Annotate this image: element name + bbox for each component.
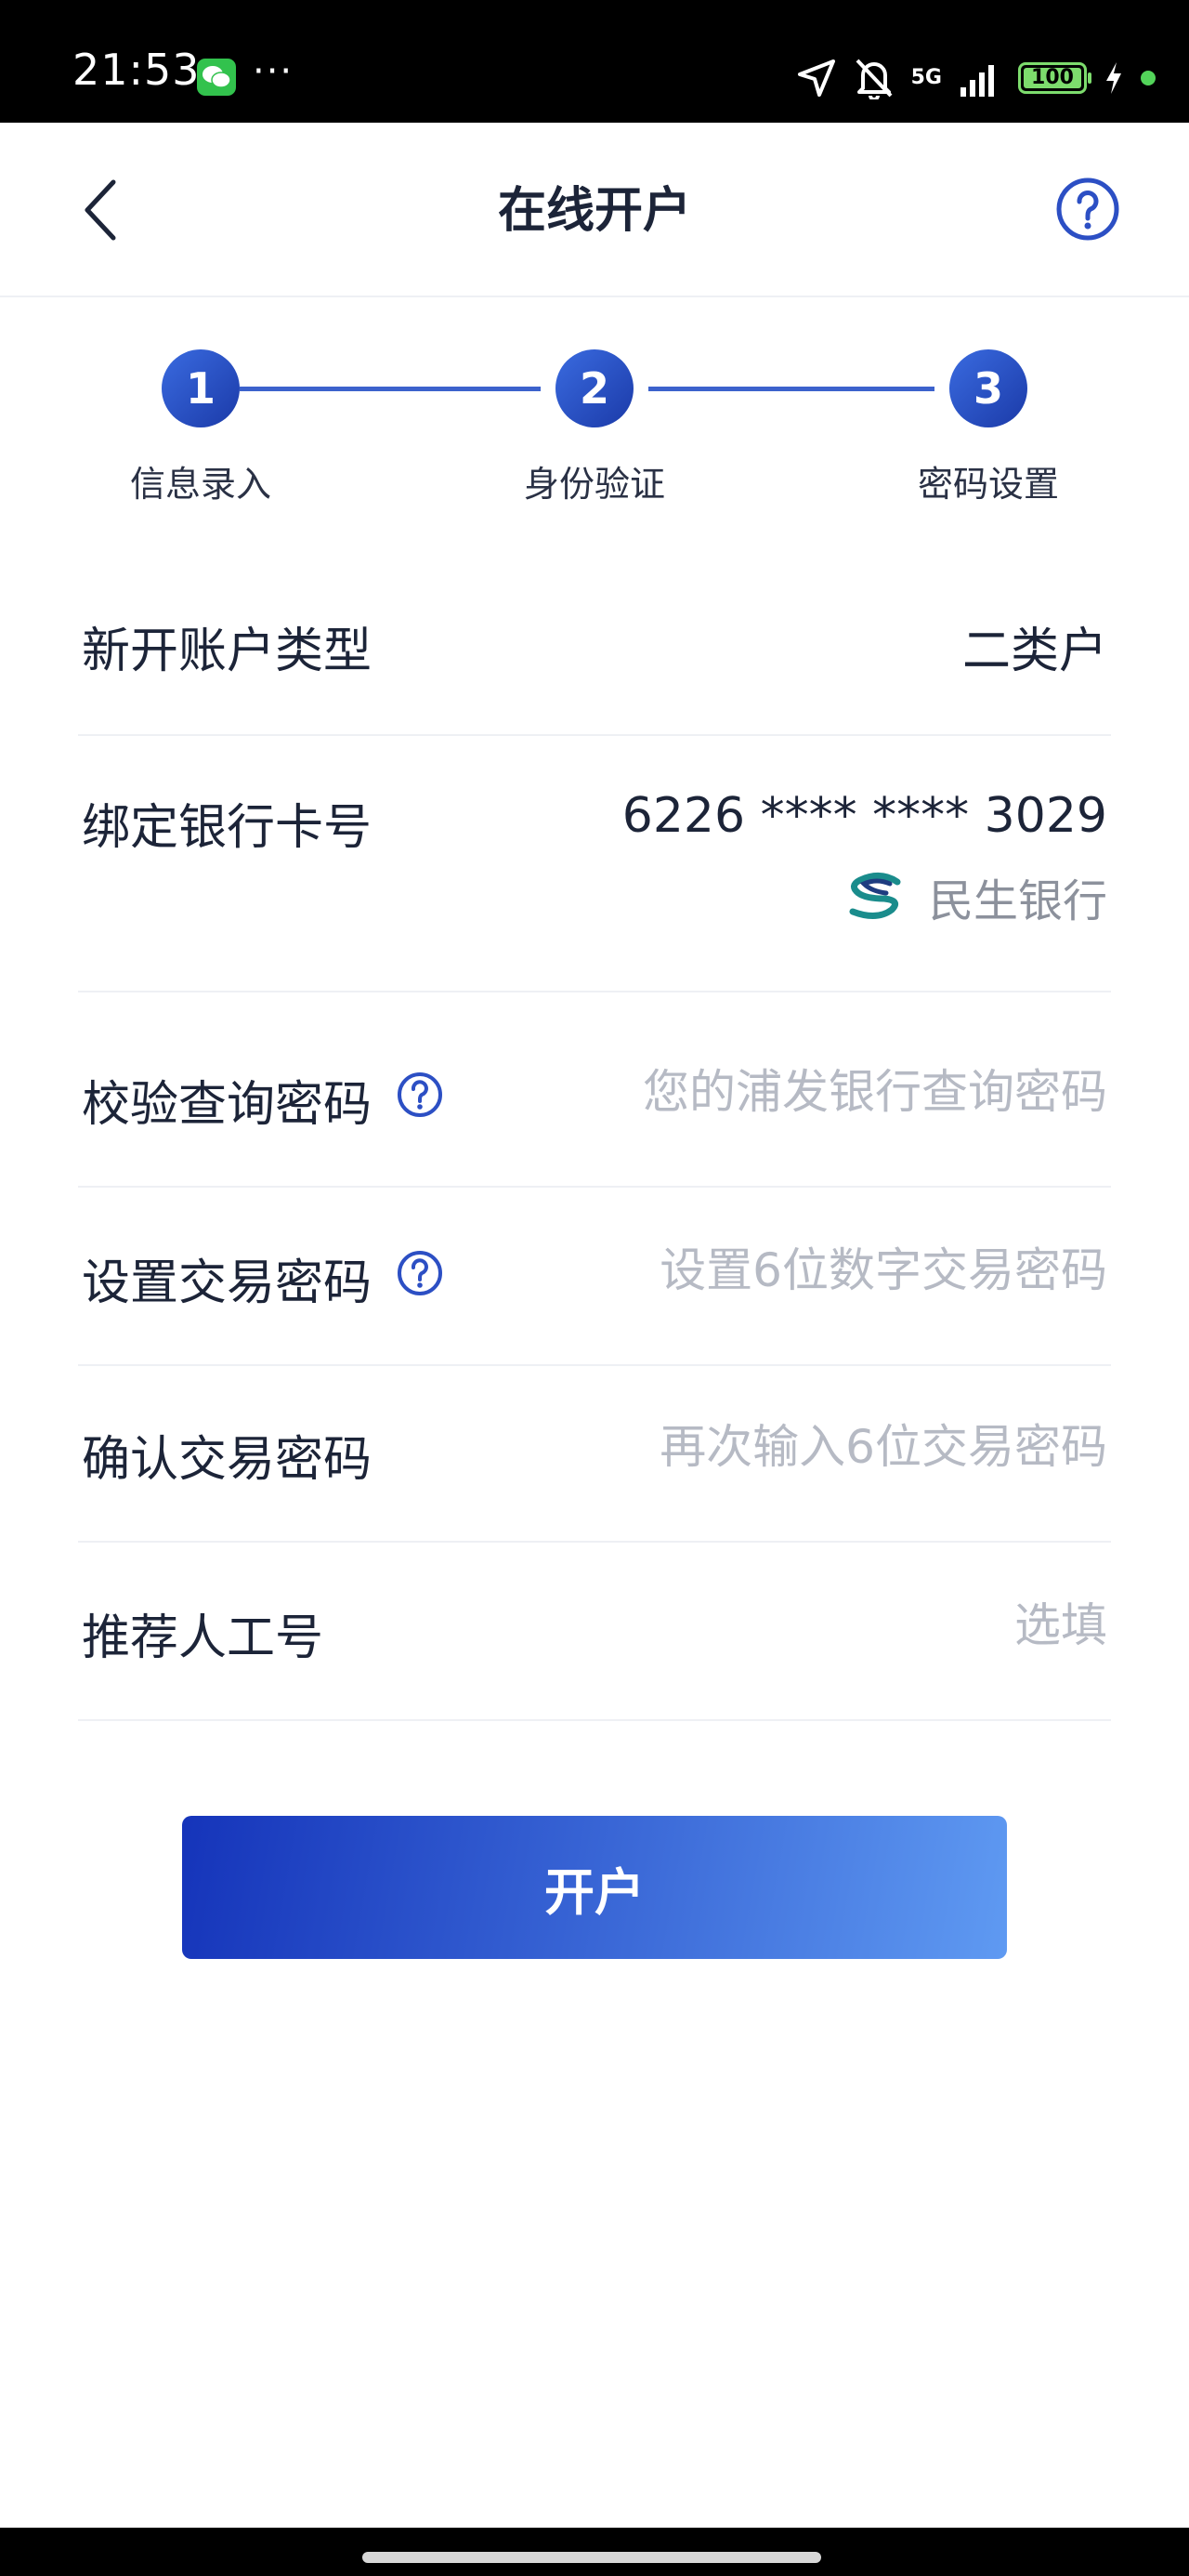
trade-password-label: 设置交易密码	[82, 1255, 372, 1311]
trade-password-input[interactable]	[587, 1243, 1107, 1297]
confirm-password-input[interactable]	[587, 1420, 1107, 1474]
home-indicator[interactable]	[362, 2552, 821, 2563]
referrer-row: 推荐人工号	[78, 1541, 1111, 1721]
battery-icon: 100	[1018, 62, 1091, 94]
step-1-circle: 1	[162, 349, 240, 427]
confirm-password-row: 确认交易密码	[78, 1364, 1111, 1543]
step-2-label: 身份验证	[523, 464, 665, 505]
status-icons: 5G 100	[796, 52, 1156, 104]
query-password-label: 校验查询密码	[82, 1077, 372, 1133]
referrer-label: 推荐人工号	[82, 1610, 324, 1666]
privacy-dot	[1141, 71, 1156, 85]
status-bar: 21:53 ··· 5G 100	[0, 0, 1189, 123]
query-password-row: 校验查询密码	[78, 991, 1111, 1188]
bank-card-row: 绑定银行卡号 6226 **** **** 3029 民生银行	[78, 734, 1111, 992]
gesture-bar	[0, 2528, 1189, 2576]
status-time: 21:53	[72, 45, 201, 95]
question-circle-icon[interactable]	[396, 1249, 444, 1297]
bell-off-icon	[856, 59, 893, 99]
account-type-row: 新开账户类型 二类户	[78, 554, 1111, 736]
bank-card-number: 6226 **** **** 3029	[621, 788, 1107, 844]
query-password-input[interactable]	[587, 1065, 1107, 1119]
confirm-password-label: 确认交易密码	[82, 1432, 372, 1488]
step-1-label: 信息录入	[129, 464, 271, 505]
status-more: ···	[253, 50, 294, 93]
trade-password-row: 设置交易密码	[78, 1186, 1111, 1366]
signal-icon	[960, 65, 994, 97]
step-3-label: 密码设置	[917, 464, 1059, 505]
account-type-label: 新开账户类型	[82, 624, 372, 679]
network-type: 5G	[910, 66, 942, 89]
step-connector	[648, 387, 934, 391]
step-connector	[240, 387, 541, 391]
bank-card-label: 绑定银行卡号	[82, 800, 372, 856]
nav-bar: 在线开户	[0, 123, 1189, 297]
minsheng-bank-logo-icon	[849, 873, 901, 919]
progress-stepper: 1 2 3 信息录入 身份验证 密码设置	[0, 296, 1189, 537]
charging-icon	[1106, 62, 1121, 94]
bank-info: 民生银行	[843, 864, 1107, 929]
battery-level: 100	[1024, 68, 1081, 88]
open-account-button[interactable]: 开户	[182, 1816, 1007, 1959]
account-type-value: 二类户	[961, 624, 1107, 679]
location-arrow-icon	[797, 59, 835, 97]
question-circle-icon[interactable]	[1055, 177, 1120, 242]
step-3-circle: 3	[949, 349, 1027, 427]
bank-name: 民生银行	[928, 875, 1107, 927]
step-2-circle: 2	[555, 349, 634, 427]
page-title: 在线开户	[497, 183, 691, 239]
question-circle-icon[interactable]	[396, 1071, 444, 1119]
wechat-icon	[197, 59, 236, 96]
referrer-input[interactable]	[587, 1598, 1107, 1652]
